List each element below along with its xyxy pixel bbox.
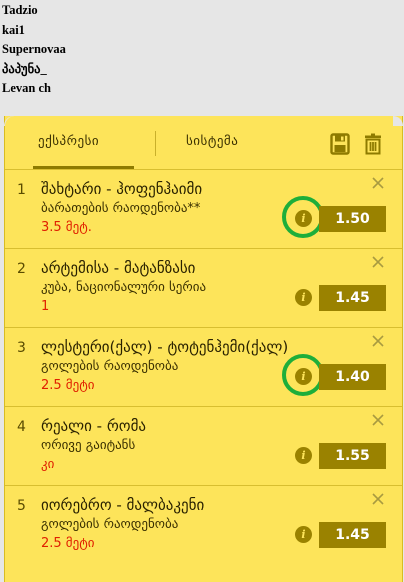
bet-teams: ლესტერი(ქალ) - ტოტენჰემი(ქალ)	[41, 338, 289, 356]
close-icon[interactable]	[371, 413, 385, 427]
user-name: Tadzio	[2, 3, 38, 17]
bet-market: ორივე გაიტანს	[41, 438, 136, 453]
user-name: kai1	[2, 22, 25, 37]
bet-teams: რეალი - რომა	[41, 417, 147, 435]
odds-button[interactable]: 1.50	[319, 206, 386, 232]
bet-row: 2 არტემისა - მატანზასი კუბა, ნაციონალური…	[5, 248, 402, 327]
user-name: Supernovaa	[2, 42, 66, 56]
bet-number: 5	[17, 498, 26, 514]
bet-number: 4	[17, 419, 26, 435]
bet-row: 5 იორებრო - მალბაკენი გოლების რაოდენობა …	[5, 485, 402, 564]
tab-divider	[155, 131, 156, 156]
close-icon[interactable]	[371, 176, 385, 190]
bet-teams: იორებრო - მალბაკენი	[41, 496, 205, 514]
bet-row: 4 რეალი - რომა ორივე გაიტანს კი i 1.55	[5, 406, 402, 485]
user-name: პაპუნა_	[2, 61, 47, 76]
save-icon[interactable]	[329, 132, 351, 156]
bet-teams: შახტარი - ჰოფენჰაიმი	[41, 180, 203, 198]
user-name: Levan ch	[2, 81, 51, 95]
bet-number: 1	[17, 182, 26, 198]
bet-pick: 2.5 მეტი	[41, 536, 95, 551]
bet-number: 2	[17, 261, 26, 277]
trash-icon[interactable]	[362, 132, 384, 156]
bet-market: გოლების რაოდენობა	[41, 359, 179, 374]
bet-pick: 3.5 მეტ.	[41, 220, 92, 235]
betslip-panel: ექსპრესი სისტემა 1 შახტარი - ჰოფენჰაიმი …	[4, 116, 403, 582]
close-icon[interactable]	[371, 255, 385, 269]
bet-pick: 1	[41, 299, 50, 314]
odds-button[interactable]: 1.40	[319, 364, 386, 390]
highlight-circle	[282, 196, 324, 238]
odds-button[interactable]: 1.55	[319, 443, 386, 469]
user-list: Tadzio kai1 Supernovaa პაპუნა_ Levan ch	[2, 1, 66, 99]
highlight-circle	[282, 354, 324, 396]
bet-row: 1 შახტარი - ჰოფენჰაიმი ბარათების რაოდენო…	[5, 169, 402, 248]
odds-button[interactable]: 1.45	[319, 285, 386, 311]
bet-market: ბარათების რაოდენობა**	[41, 201, 201, 216]
bet-teams: არტემისა - მატანზასი	[41, 259, 196, 277]
bet-pick: 2.5 მეტი	[41, 378, 95, 393]
info-icon[interactable]: i	[295, 447, 312, 464]
close-icon[interactable]	[371, 334, 385, 348]
info-icon[interactable]: i	[295, 289, 312, 306]
betslip-header: ექსპრესი სისტემა	[5, 116, 402, 169]
bet-market: გოლების რაოდენობა	[41, 517, 179, 532]
close-icon[interactable]	[371, 492, 385, 506]
tab-system[interactable]: სისტემა	[186, 134, 238, 149]
info-icon[interactable]: i	[295, 526, 312, 543]
bet-number: 3	[17, 340, 26, 356]
tab-express[interactable]: ექსპრესი	[38, 134, 99, 149]
bet-row: 3 ლესტერი(ქალ) - ტოტენჰემი(ქალ) გოლების …	[5, 327, 402, 406]
bet-pick: კი	[41, 457, 55, 472]
bet-market: კუბა, ნაციონალური სერია	[41, 280, 207, 295]
odds-button[interactable]: 1.45	[319, 522, 386, 548]
